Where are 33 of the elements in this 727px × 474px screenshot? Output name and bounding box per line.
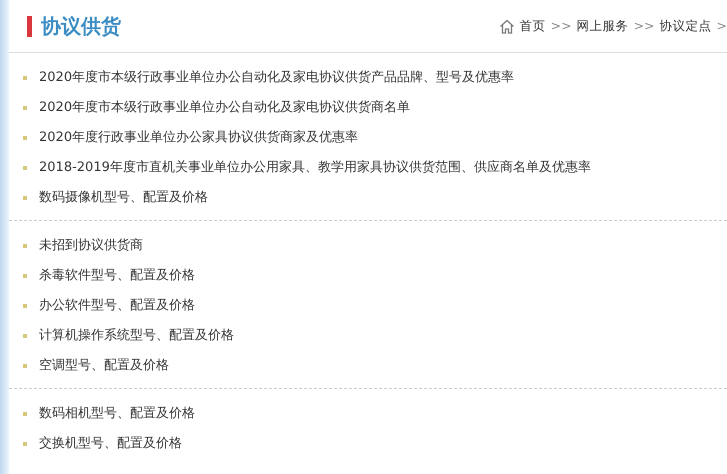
bullet-icon: [23, 106, 27, 110]
bullet-icon: [23, 334, 27, 338]
breadcrumb-link[interactable]: 首页: [520, 16, 546, 36]
bullet-icon: [23, 136, 27, 140]
bullet-icon: [23, 166, 27, 170]
list-link[interactable]: 数码摄像机型号、配置及价格: [39, 188, 208, 208]
breadcrumb-separator: >>: [550, 16, 572, 35]
bullet-icon: [23, 364, 27, 368]
breadcrumb-separator: >: [716, 16, 727, 35]
bullet-icon: [23, 412, 27, 416]
bullet-icon: [23, 304, 27, 308]
list-link[interactable]: 杀毒软件型号、配置及价格: [39, 266, 195, 286]
title-accent-bar: [27, 16, 32, 36]
breadcrumb-link[interactable]: 网上服务: [576, 16, 629, 36]
bullet-icon: [23, 244, 27, 248]
list-link[interactable]: 2018-2019年度市直机关事业单位办公用家具、教学用家具协议供货范围、供应商名单及优惠率: [39, 158, 591, 178]
bullet-icon: [23, 76, 27, 80]
bullet-icon: [23, 442, 27, 446]
list-link[interactable]: 2020年度行政事业单位办公家具协议供货商家及优惠率: [39, 128, 358, 148]
list-link[interactable]: 数码相机型号、配置及价格: [39, 404, 195, 424]
page-title: 协议供货: [41, 13, 121, 40]
list-link[interactable]: 未招到协议供货商: [39, 236, 143, 256]
list-link[interactable]: 办公软件型号、配置及价格: [39, 296, 195, 316]
list-link[interactable]: 计算机操作系统型号、配置及价格: [39, 326, 234, 346]
bullet-icon: [23, 274, 27, 278]
list-link[interactable]: 2020年度市本级行政事业单位办公自动化及家电协议供货商名单: [39, 98, 410, 118]
bullet-icon: [23, 196, 27, 200]
home-icon: [498, 18, 515, 34]
list-link[interactable]: 2020年度市本级行政事业单位办公自动化及家电协议供货产品品牌、型号及优惠率: [39, 68, 514, 88]
breadcrumb-separator: >>: [634, 16, 655, 35]
list-link[interactable]: 空调型号、配置及价格: [39, 356, 169, 376]
breadcrumb-link[interactable]: 协议定点: [660, 16, 712, 36]
list-link[interactable]: 交换机型号、配置及价格: [39, 434, 182, 454]
